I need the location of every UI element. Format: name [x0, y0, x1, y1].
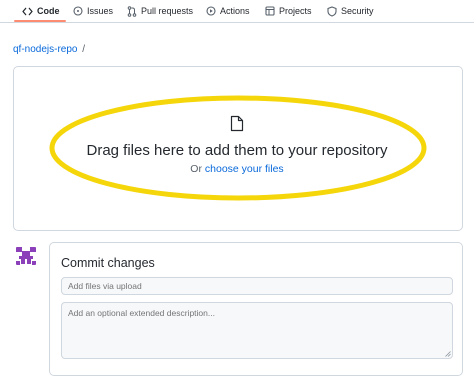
tab-security[interactable]: Security [327, 2, 374, 20]
breadcrumb-separator: / [82, 44, 86, 55]
code-icon [22, 7, 33, 15]
tab-projects-label: Projects [279, 6, 312, 16]
tab-pull-requests[interactable]: Pull requests [127, 2, 193, 20]
tab-issues-label: Issues [87, 6, 114, 16]
avatar[interactable] [13, 243, 39, 269]
drop-zone-title: Drag files here to add them to your repo… [86, 142, 388, 159]
play-circle-icon [206, 6, 216, 16]
commit-description-textarea[interactable] [61, 302, 453, 359]
tab-issues[interactable]: Issues [73, 2, 113, 20]
commit-summary-input[interactable] [61, 277, 453, 295]
identicon-icon [13, 243, 39, 269]
repo-nav: Code Issues Pull requests Actions Projec… [0, 0, 474, 23]
breadcrumb-repo-link[interactable]: qf-nodejs-repo [13, 44, 77, 55]
active-tab-indicator [14, 20, 66, 22]
tab-pull-requests-label: Pull requests [141, 6, 194, 16]
breadcrumb: qf-nodejs-repo / [13, 44, 85, 55]
drop-zone-subtitle: Or choose your files [0, 163, 474, 175]
issue-circle-icon [73, 6, 83, 16]
drop-zone-or-text: Or [190, 163, 202, 175]
pull-request-icon [127, 5, 137, 17]
tab-projects[interactable]: Projects [265, 2, 312, 20]
file-icon [230, 115, 244, 132]
table-icon [265, 6, 275, 16]
tab-security-label: Security [341, 6, 374, 16]
tab-actions[interactable]: Actions [206, 2, 250, 20]
commit-changes-panel: Commit changes [49, 242, 463, 376]
commit-changes-title: Commit changes [61, 256, 155, 270]
tab-code-label: Code [37, 6, 60, 16]
resize-handle-icon[interactable] [445, 351, 451, 357]
choose-files-link[interactable]: choose your files [205, 163, 284, 175]
tab-code[interactable]: Code [22, 2, 60, 20]
shield-icon [327, 5, 337, 17]
tab-actions-label: Actions [220, 6, 250, 16]
